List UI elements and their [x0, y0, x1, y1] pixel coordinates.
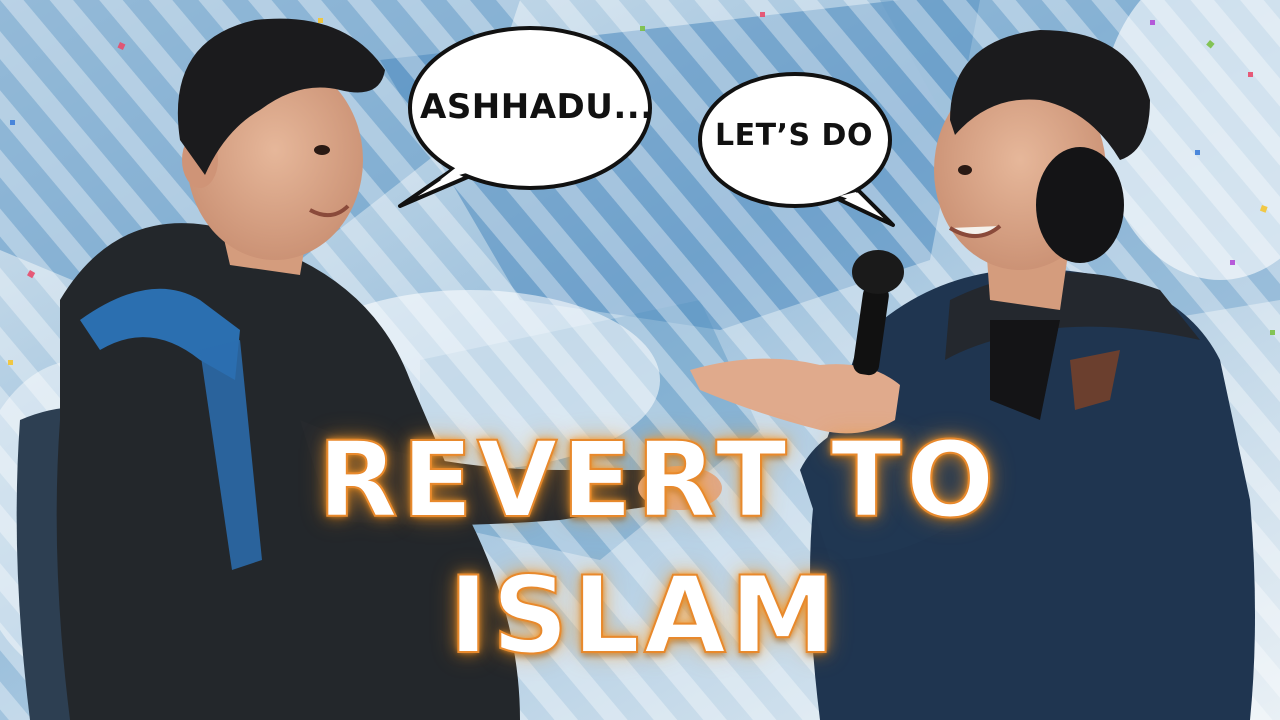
speech-bubble-right-text: LET’S DO [715, 118, 873, 153]
thumbnail-canvas: ASHHADU... LET’S DO REVERT TO ISLAM [0, 0, 1280, 720]
headline-line-2: ISLAM [448, 554, 840, 677]
microphone-head [852, 250, 904, 294]
earmuff [1036, 147, 1124, 263]
headline-line-1: REVERT TO [317, 419, 999, 541]
speech-bubble-left-text: ASHHADU... [420, 87, 654, 127]
